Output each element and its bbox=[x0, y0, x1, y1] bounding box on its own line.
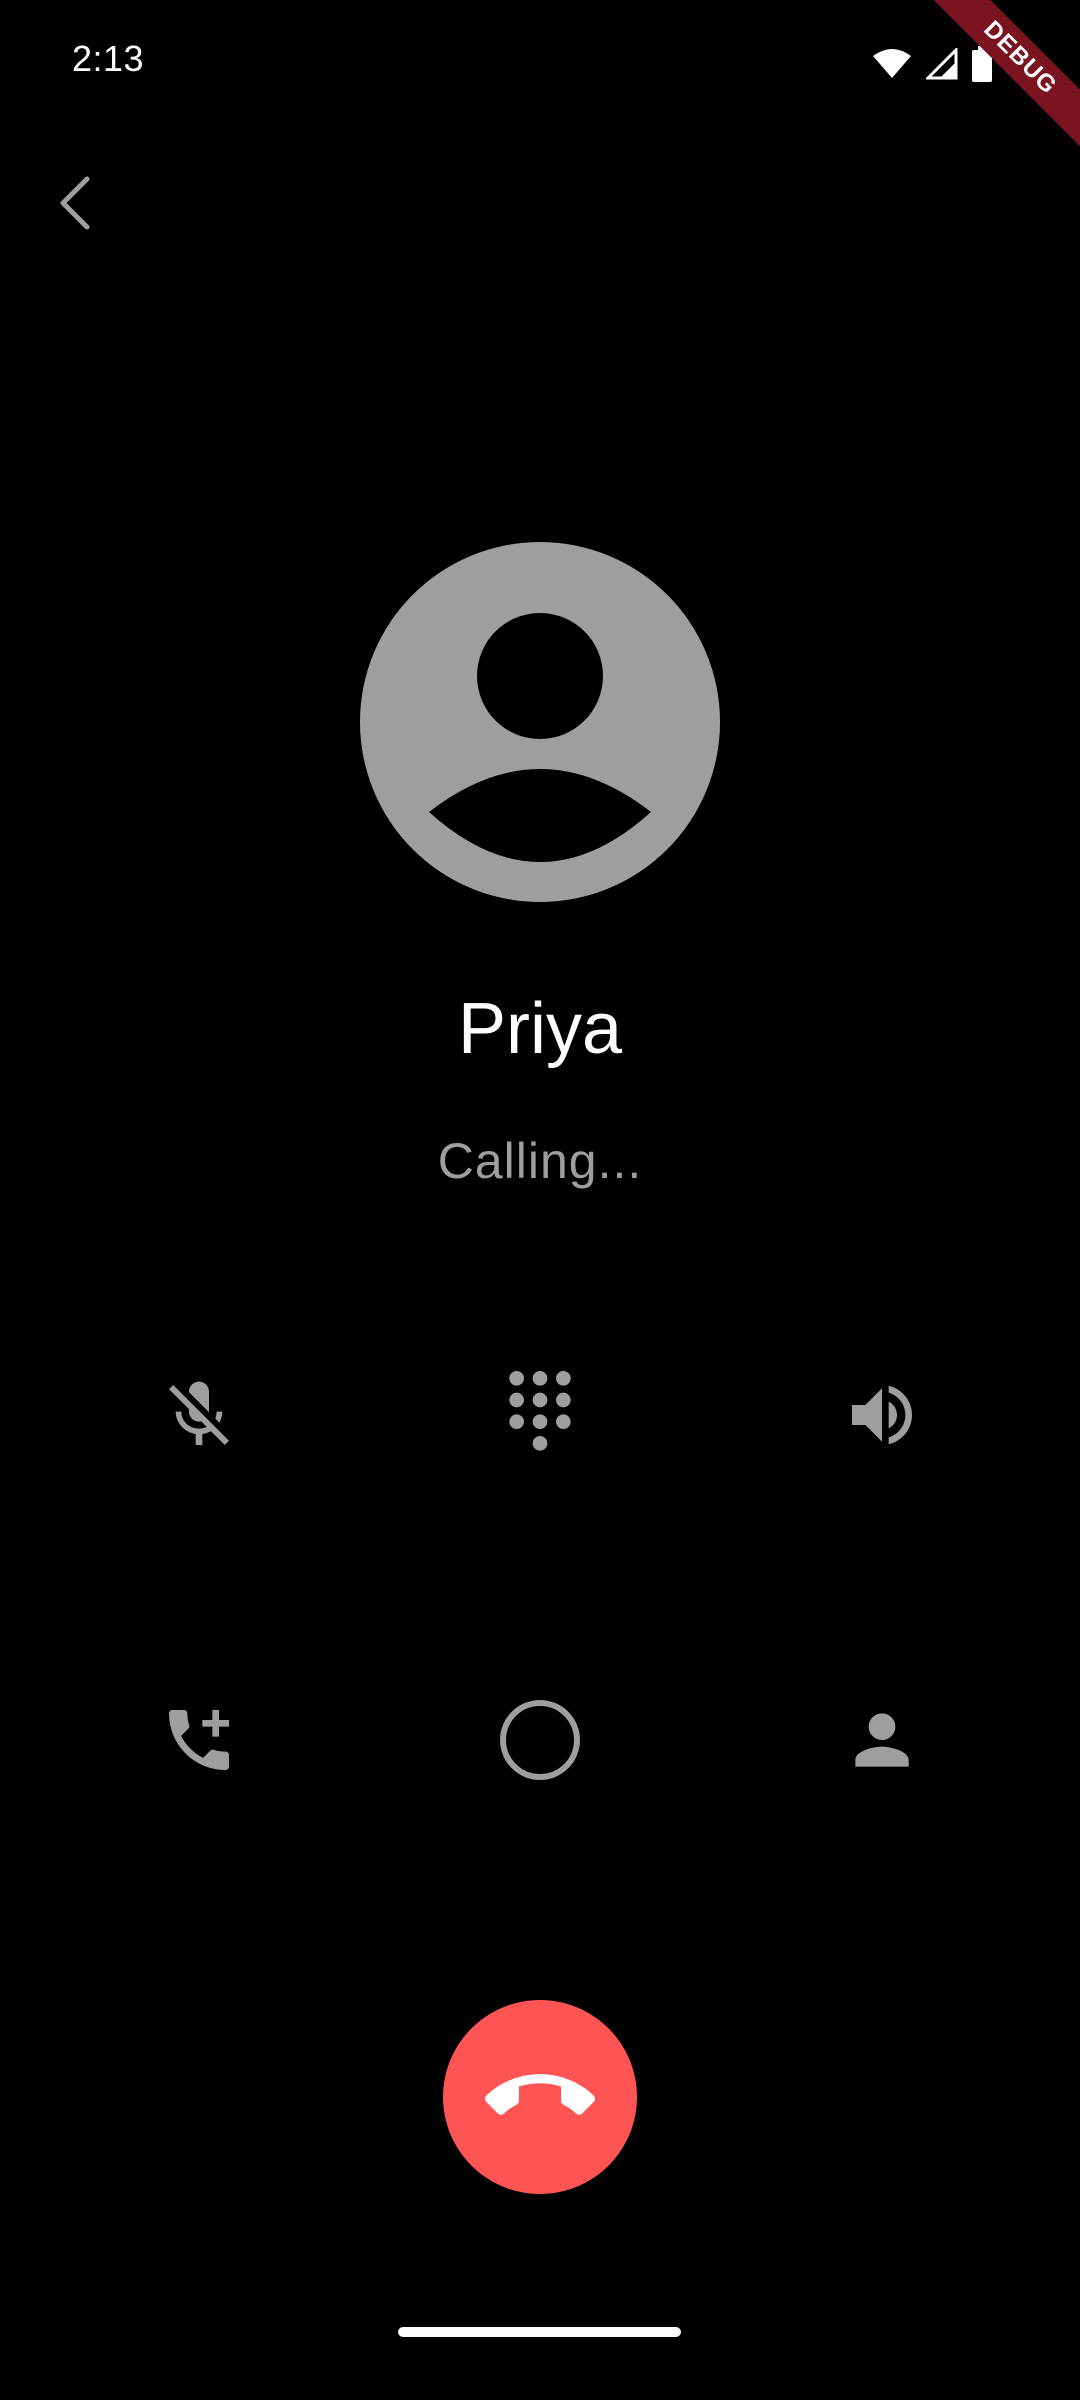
call-status: Calling... bbox=[437, 1133, 643, 1189]
speaker-button[interactable] bbox=[802, 1335, 962, 1495]
status-time: 2:13 bbox=[72, 38, 145, 79]
status-bar: 2:13 bbox=[0, 0, 1080, 130]
person-icon bbox=[855, 1713, 909, 1767]
signal-icon bbox=[926, 48, 958, 80]
status-icons bbox=[872, 46, 992, 82]
contact-avatar bbox=[360, 542, 720, 902]
end-call-button[interactable] bbox=[443, 2000, 637, 2194]
wifi-icon bbox=[872, 48, 912, 80]
back-button[interactable] bbox=[40, 160, 110, 250]
contacts-button[interactable] bbox=[802, 1660, 962, 1820]
mic-off-icon bbox=[169, 1381, 229, 1445]
keypad-button[interactable] bbox=[460, 1335, 620, 1495]
circle-icon bbox=[500, 1700, 580, 1780]
battery-icon bbox=[972, 46, 992, 82]
add-call-icon bbox=[169, 1710, 229, 1770]
volume-up-icon bbox=[852, 1385, 912, 1445]
home-indicator[interactable] bbox=[398, 2327, 681, 2337]
chevron-left-icon bbox=[55, 173, 95, 238]
contact-name: Priya bbox=[457, 989, 623, 1069]
dialpad-icon bbox=[509, 1371, 571, 1451]
add-call-button[interactable] bbox=[119, 1660, 279, 1820]
call-end-icon bbox=[485, 2074, 595, 2115]
hold-button[interactable] bbox=[460, 1660, 620, 1820]
mute-button[interactable] bbox=[119, 1335, 279, 1495]
avatar-placeholder-icon bbox=[360, 542, 720, 902]
